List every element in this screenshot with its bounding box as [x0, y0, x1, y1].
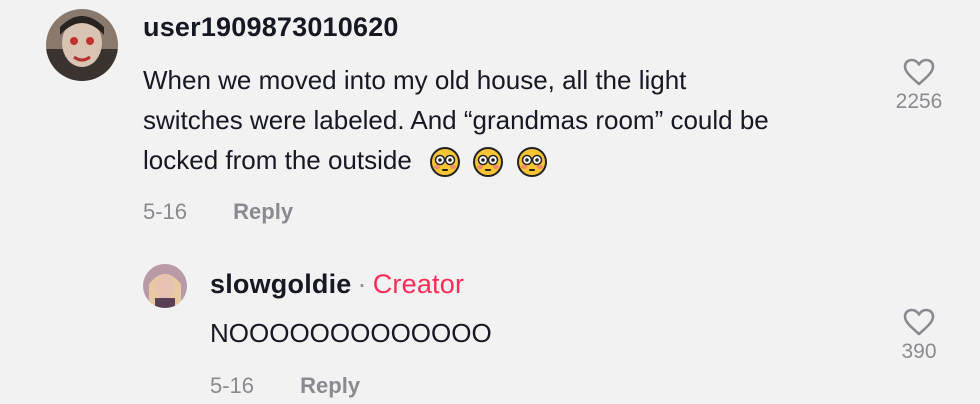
reply-text: NOOOOOOOOOOOOO	[210, 318, 492, 348]
flushed-face-emoji-icon	[516, 147, 547, 178]
heart-icon	[903, 308, 935, 336]
comment-text-line: locked from the outside	[143, 145, 412, 175]
like-count: 2256	[895, 90, 943, 113]
like-count: 390	[901, 340, 937, 363]
comment-date: 5-16	[143, 199, 188, 224]
comment-text-line-with-emoji: locked from the outside	[143, 140, 883, 180]
comment-text-line: When we moved into my old house, all the…	[143, 65, 687, 95]
avatar[interactable]	[46, 9, 118, 81]
heart-icon	[903, 58, 935, 86]
comment-text: When we moved into my old house, all the…	[143, 60, 883, 180]
comment-username[interactable]: user1909873010620	[143, 12, 399, 43]
comment-username: slowgoldie · Creator	[210, 269, 464, 300]
reply-button[interactable]: Reply	[300, 373, 360, 398]
reply-meta: 5-16 Reply	[210, 373, 360, 399]
comment-text-line: switches were labeled. And “grandmas roo…	[143, 105, 769, 135]
creator-badge: Creator	[372, 269, 465, 299]
reply-date: 5-16	[210, 373, 255, 398]
separator: ·	[357, 269, 367, 299]
comment-meta: 5-16 Reply	[143, 199, 293, 225]
reply-username[interactable]: slowgoldie	[210, 269, 352, 299]
like-button[interactable]: 390	[886, 308, 952, 364]
flushed-face-emoji-icon	[430, 147, 461, 178]
flushed-face-emoji-icon	[473, 147, 504, 178]
reply-button[interactable]: Reply	[233, 199, 293, 224]
like-button[interactable]: 2256	[886, 58, 952, 114]
avatar[interactable]	[143, 264, 187, 308]
